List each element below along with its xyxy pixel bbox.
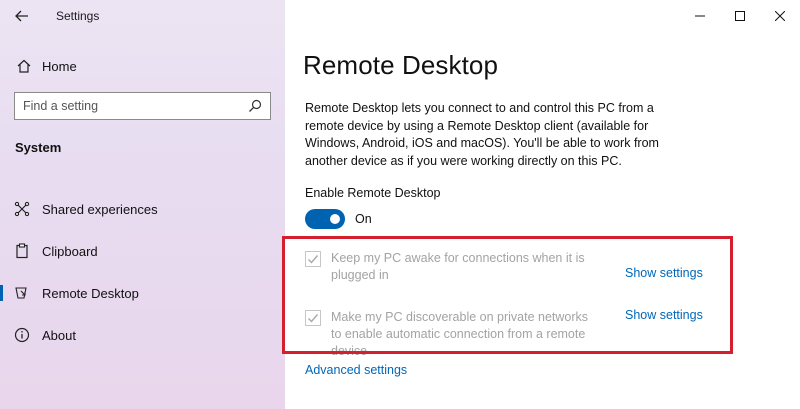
home-label: Home — [42, 58, 77, 74]
sidebar: Settings Home System Shared experiences — [0, 0, 285, 409]
app-title: Settings — [56, 9, 100, 23]
sidebar-item-label: Shared experiences — [42, 201, 158, 217]
highlight-annotation-box — [282, 236, 733, 354]
minimize-icon — [695, 15, 705, 17]
enable-remote-desktop-toggle[interactable] — [305, 209, 345, 229]
clipboard-icon — [14, 243, 30, 259]
sidebar-item-about[interactable]: About — [0, 318, 285, 352]
minimize-button[interactable] — [680, 0, 720, 32]
selected-indicator — [0, 285, 3, 301]
window-controls — [680, 0, 800, 32]
search-input[interactable] — [23, 99, 248, 113]
sidebar-item-clipboard[interactable]: Clipboard — [0, 234, 285, 268]
shared-experiences-icon — [14, 201, 30, 217]
page-description: Remote Desktop lets you connect to and c… — [305, 101, 659, 168]
sidebar-item-remote-desktop[interactable]: Remote Desktop — [0, 276, 285, 310]
search-icon[interactable] — [248, 99, 262, 113]
info-icon — [14, 327, 30, 343]
page-title: Remote Desktop — [303, 50, 499, 80]
sidebar-item-shared-experiences[interactable]: Shared experiences — [0, 192, 285, 226]
advanced-settings-link[interactable]: Advanced settings — [305, 363, 407, 377]
sidebar-item-label: Clipboard — [42, 243, 98, 259]
toggle-knob — [330, 214, 340, 224]
sidebar-section-title: System — [15, 140, 62, 155]
maximize-icon — [735, 11, 745, 21]
back-arrow-icon — [15, 10, 28, 22]
title-bar: Settings — [0, 0, 99, 32]
close-icon — [775, 11, 785, 21]
close-button[interactable] — [760, 0, 800, 32]
sidebar-item-label: Remote Desktop — [42, 285, 139, 301]
maximize-button[interactable] — [720, 0, 760, 32]
remote-desktop-icon — [14, 285, 30, 301]
back-button[interactable] — [0, 0, 44, 32]
enable-remote-desktop-toggle-row: On — [305, 209, 372, 229]
sidebar-item-label: About — [42, 327, 76, 343]
home-icon — [17, 59, 31, 73]
sidebar-item-home[interactable]: Home — [0, 50, 285, 82]
search-box[interactable] — [14, 92, 271, 120]
toggle-state-label: On — [355, 212, 372, 226]
enable-remote-desktop-label: Enable Remote Desktop — [305, 186, 441, 200]
